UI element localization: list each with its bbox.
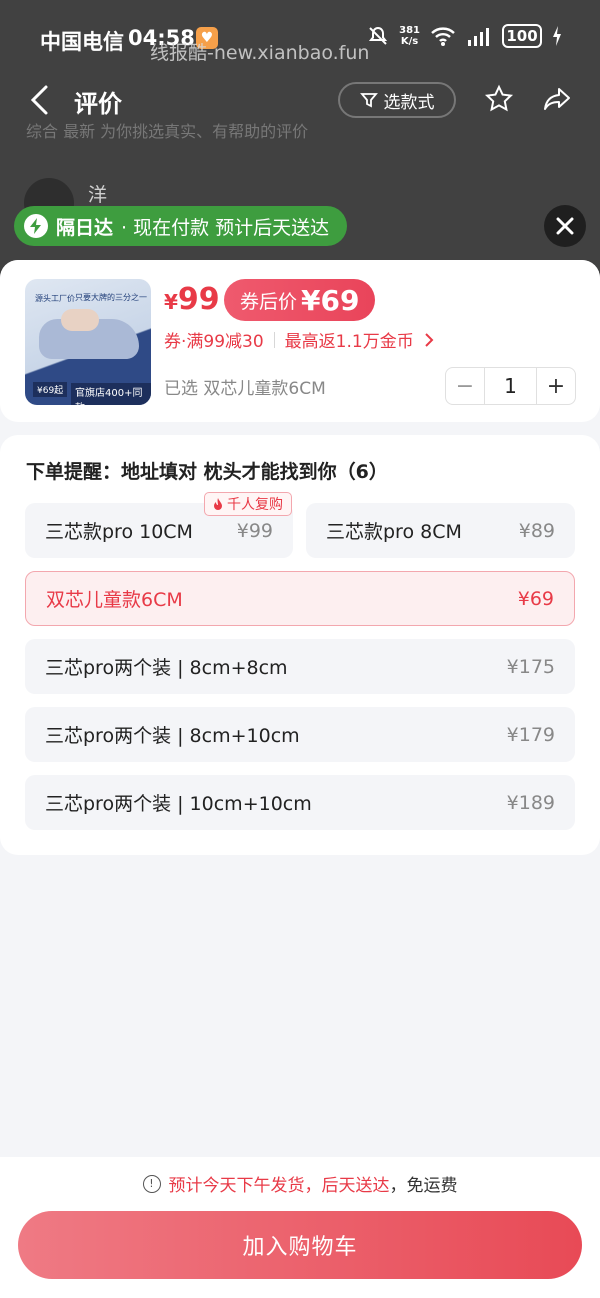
coupon-symbol: ¥ xyxy=(301,283,321,317)
option-price: ¥99 xyxy=(236,519,273,542)
option-name: 三芯pro两个装 | 10cm+10cm xyxy=(45,793,312,815)
option-name: 三芯pro两个装 | 8cm+8cm xyxy=(45,657,288,679)
wifi-icon xyxy=(431,27,455,46)
back-arrow-icon[interactable] xyxy=(28,84,52,116)
options-title: 下单提醒：地址填对 枕头才能找到你（6） xyxy=(26,461,388,483)
review-sort-tabs: 综合 最新 为你挑选真实、有帮助的评价 xyxy=(26,122,309,141)
signal-icon xyxy=(468,28,489,46)
watermark: 线报酷-new.xianbao.fun xyxy=(150,42,370,64)
decrease-button[interactable]: − xyxy=(446,374,484,399)
option-name: 三芯款pro 8CM xyxy=(326,521,462,543)
close-icon xyxy=(556,217,574,235)
system-icons: 381 K/s 100 xyxy=(367,24,562,48)
bottom-action-bar: ! 预计今天下午发货，后天送达，免运费 加入购物车 xyxy=(0,1157,600,1298)
lightning-icon xyxy=(24,214,48,238)
quantity-stepper: − 1 + xyxy=(445,367,576,405)
add-to-cart-button[interactable]: 加入购物车 xyxy=(18,1211,582,1279)
speed-unit: K/s xyxy=(400,36,419,47)
option-price: ¥179 xyxy=(506,723,555,746)
repurchase-badge: 千人复购 xyxy=(204,492,292,516)
chevron-right-icon xyxy=(425,332,434,347)
quantity-value[interactable]: 1 xyxy=(484,368,537,404)
coupon-rule: 券·满99减30 xyxy=(164,332,264,352)
option-name: 三芯款pro 10CM xyxy=(45,521,193,543)
close-button[interactable] xyxy=(544,205,586,247)
thumb-tag-2: 只要大牌的三分之一 xyxy=(75,293,147,302)
cashback-info: 最高返1.1万金币 xyxy=(284,332,414,352)
divider xyxy=(273,331,275,348)
option-item[interactable]: 三芯pro两个装 | 8cm+8cm ¥175 xyxy=(25,639,575,694)
thumb-price: ¥69起 xyxy=(33,382,68,397)
sleeper-image xyxy=(61,309,99,331)
delivery-text: · 现在付款 预计后天送达 xyxy=(121,216,330,239)
option-price: ¥89 xyxy=(518,519,555,542)
filter-style-button[interactable]: 选款式 xyxy=(338,82,456,118)
delivery-label: 隔日达 xyxy=(56,216,114,239)
shipping-note: ! 预计今天下午发货，后天送达，免运费 xyxy=(0,1171,600,1196)
increase-button[interactable]: + xyxy=(537,374,575,399)
speed-value: 381 xyxy=(399,25,420,36)
price-value: 99 xyxy=(177,282,220,317)
option-price: ¥189 xyxy=(506,791,555,814)
filter-label: 选款式 xyxy=(383,92,435,113)
filter-icon xyxy=(359,93,378,108)
option-price: ¥69 xyxy=(517,587,554,610)
coupon-price-value: 69 xyxy=(320,283,360,317)
carrier-label: 中国电信 xyxy=(40,30,124,54)
thumb-tag: 源头工厂价 xyxy=(35,294,75,303)
share-icon[interactable] xyxy=(542,84,572,114)
bell-muted-icon xyxy=(369,26,388,45)
page-title: 评价 xyxy=(74,90,122,118)
coupon-label: 券后价 xyxy=(240,290,298,313)
selected-variant: 已选 双芯儿童款6CM xyxy=(164,379,326,399)
badge-text: 千人复购 xyxy=(227,497,283,513)
shipping-free: ，免运费 xyxy=(389,1176,458,1196)
coupon-price-badge: 券后价 ¥69 xyxy=(224,279,376,321)
star-icon[interactable] xyxy=(484,84,514,114)
flame-icon xyxy=(214,497,222,510)
coupon-info-row[interactable]: 券·满99减30 最高返1.1万金币 xyxy=(164,327,434,352)
thumb-store: 官旗店400+同款 xyxy=(71,383,151,405)
option-price: ¥175 xyxy=(506,655,555,678)
option-name: 双芯儿童款6CM xyxy=(46,589,183,611)
status-bar: 中国电信 04:58 ♥ 线报酷-new.xianbao.fun 381 K/s… xyxy=(0,0,600,76)
product-thumbnail: 源头工厂价 只要大牌的三分之一 ¥69起 官旗店400+同款 xyxy=(25,279,151,405)
shipping-highlight: 预计今天下午发货，后天送达 xyxy=(168,1176,390,1196)
product-price: ¥99 xyxy=(164,282,220,317)
network-speed: 381 K/s xyxy=(399,25,420,47)
option-item[interactable]: 三芯pro两个装 | 10cm+10cm ¥189 xyxy=(25,775,575,830)
price-symbol: ¥ xyxy=(164,290,178,314)
battery-indicator: 100 xyxy=(502,24,542,48)
sku-selector-sheet: 源头工厂价 只要大牌的三分之一 ¥69起 官旗店400+同款 ¥99 券后价 ¥… xyxy=(0,260,600,1298)
option-item[interactable]: 三芯pro两个装 | 8cm+10cm ¥179 xyxy=(25,707,575,762)
option-item-selected[interactable]: 双芯儿童款6CM ¥69 xyxy=(25,571,575,626)
info-icon: ! xyxy=(142,1174,161,1193)
next-day-delivery-banner: 隔日达 · 现在付款 预计后天送达 xyxy=(14,206,348,246)
option-item[interactable]: 三芯款pro 8CM ¥89 xyxy=(306,503,575,558)
variant-options: 下单提醒：地址填对 枕头才能找到你（6） 三芯款pro 10CM ¥99 千人复… xyxy=(0,435,600,855)
product-summary: 源头工厂价 只要大牌的三分之一 ¥69起 官旗店400+同款 ¥99 券后价 ¥… xyxy=(0,260,600,422)
charging-icon xyxy=(553,26,561,46)
option-name: 三芯pro两个装 | 8cm+10cm xyxy=(45,725,300,747)
